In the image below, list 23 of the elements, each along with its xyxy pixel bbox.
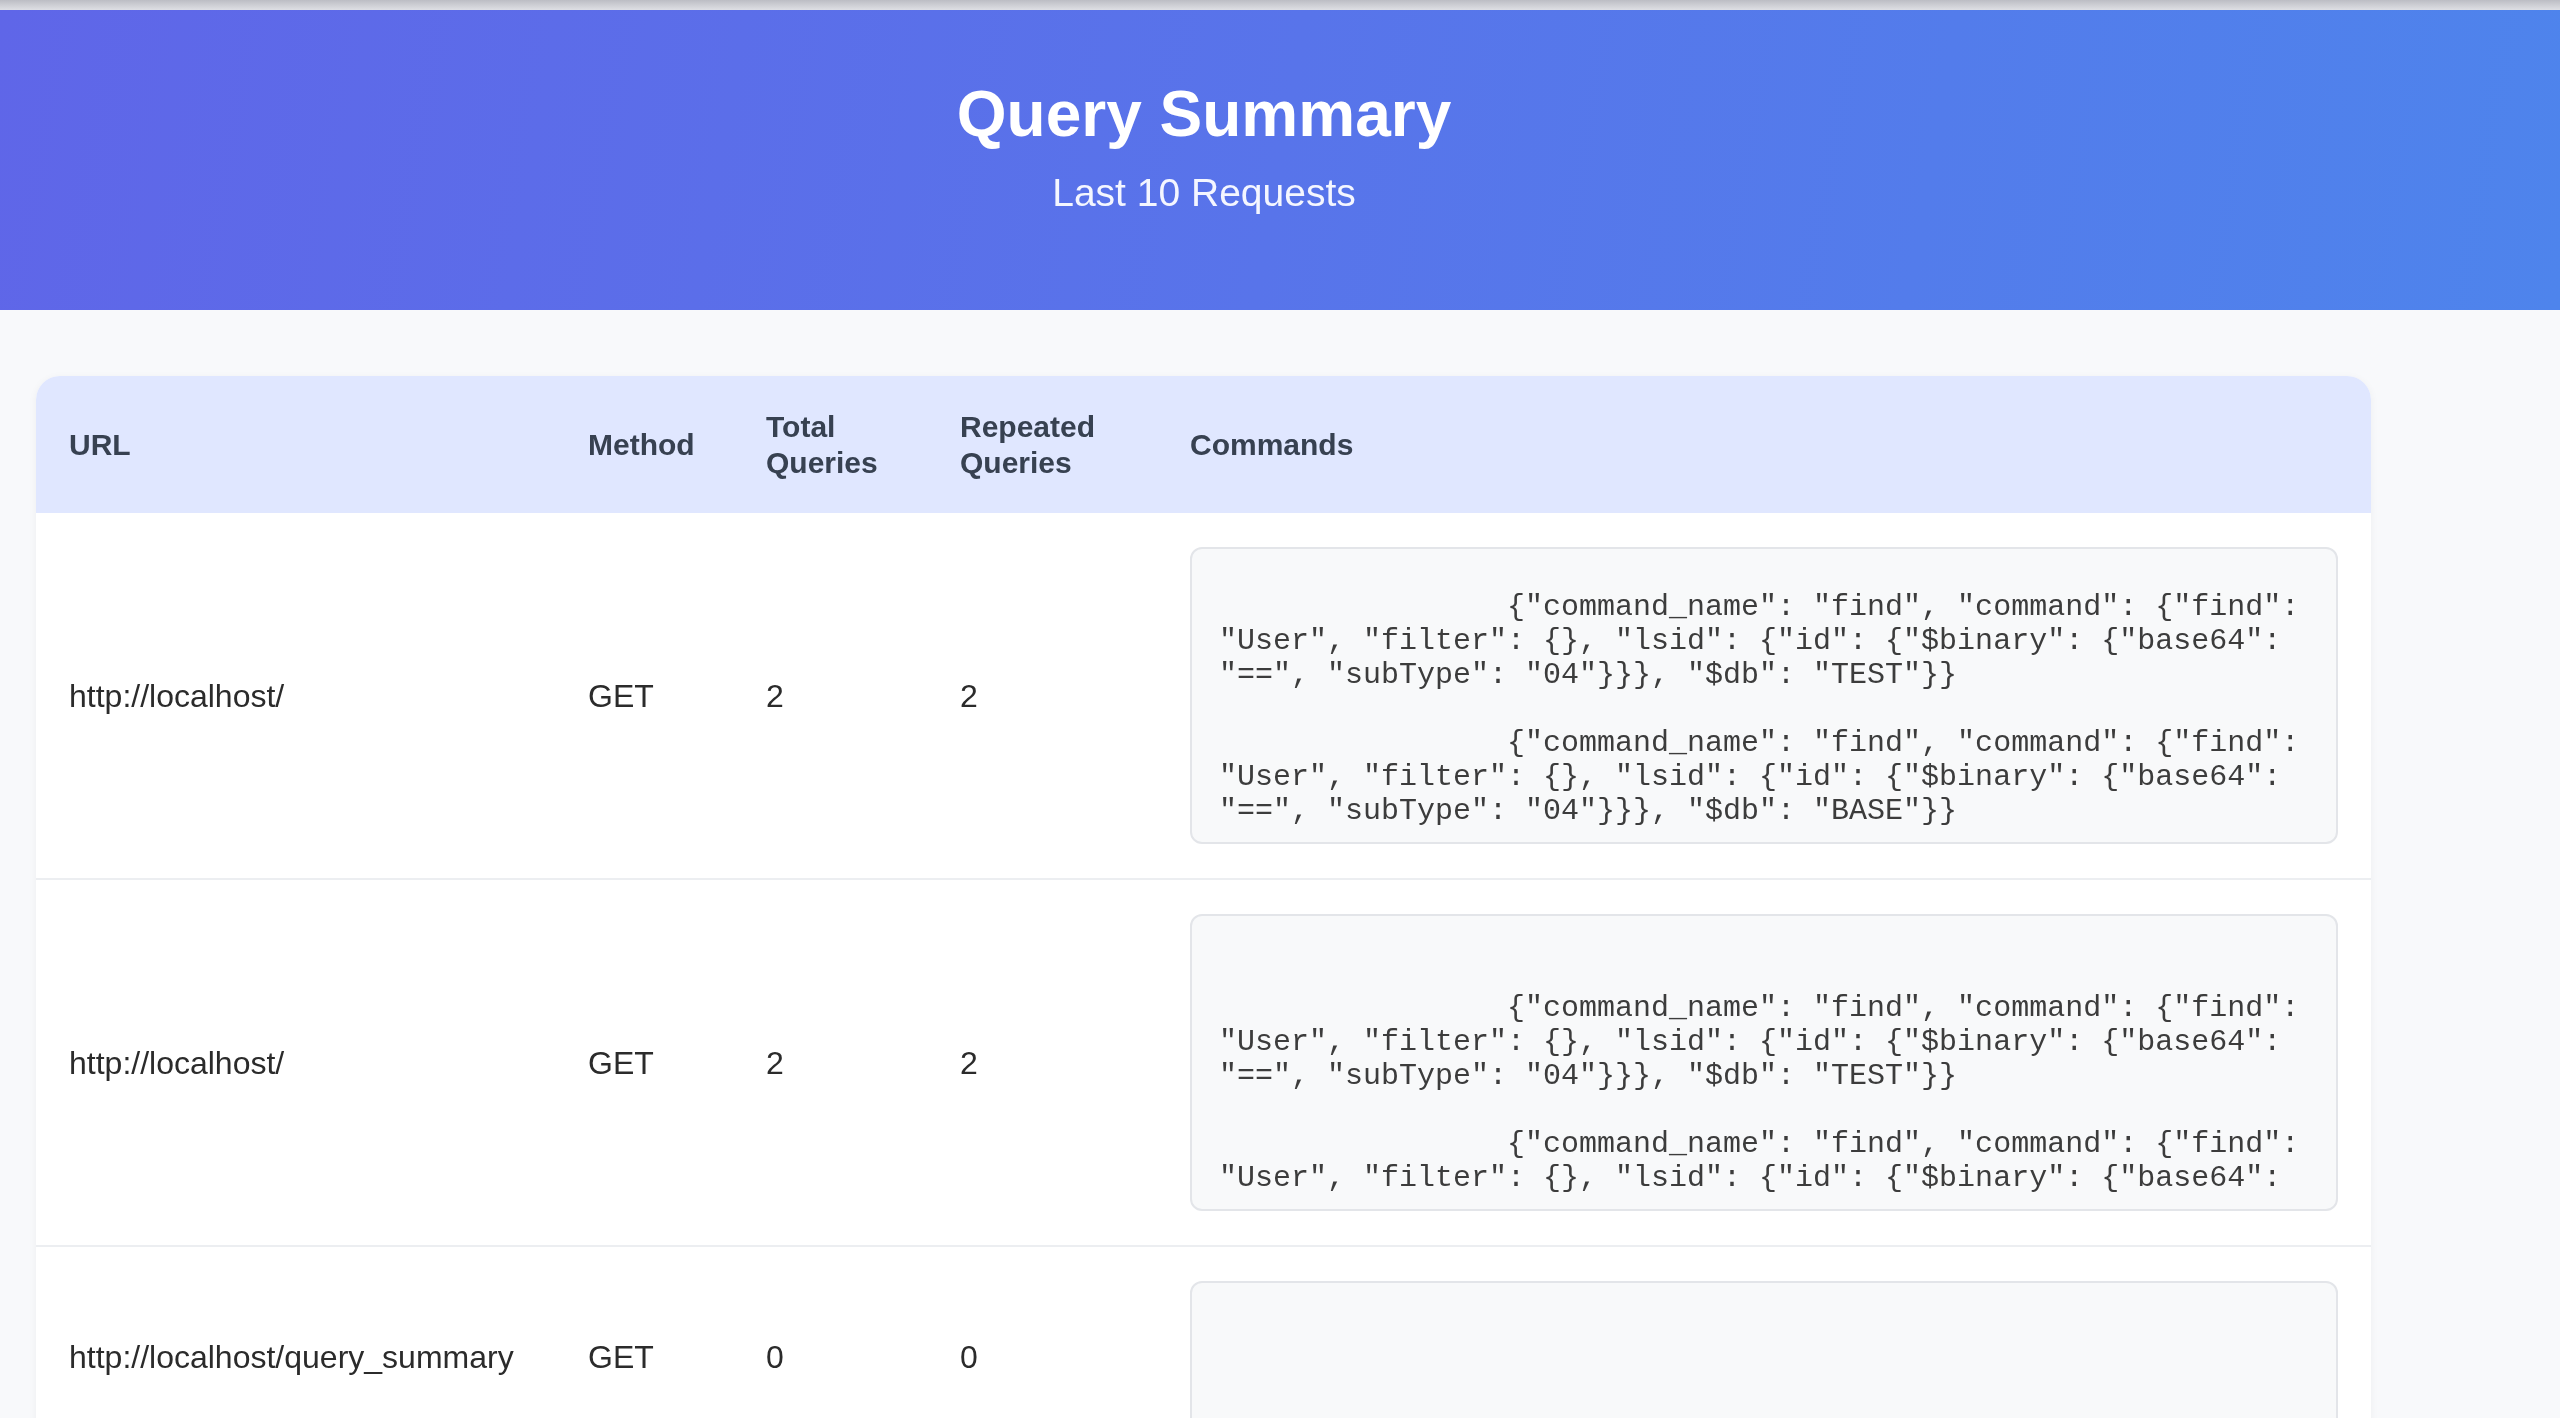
column-header: Commands [1190,426,1354,463]
command-text: {"command_name": "find", "command": {"find": "User", "filter": {}, "lsid": {"id": {"$binary": {"base64": [1219,1127,2301,1195]
table-cell: 0 [766,1339,784,1375]
table-cell: 2 [766,677,784,714]
column-header: Total Queries [766,408,879,481]
table-cell: 2 [960,677,978,714]
table-cell: http://localhost/ [69,1044,285,1081]
table-cell: GET [588,1339,654,1375]
table-cell: 0 [960,1339,978,1375]
table-cell: http://localhost/ [69,677,285,714]
column-header: Method [588,426,695,463]
page-title: Query Summary [956,77,1452,152]
column-header: URL [69,426,131,463]
table-cell: GET [588,1044,654,1081]
table-cell: GET [588,677,654,714]
table-cell: 2 [766,1044,784,1081]
table-cell: http://localhost/query_summary [69,1339,514,1375]
column-header: Repeated Queries [960,408,1097,481]
table-cell: 2 [960,1044,978,1081]
command-text: {"command_name": "find", "command": {"find": "User", "filter": {}, "lsid": {"id": {"$binary": {"base64": "==", "subType": "04"}}}, "$db": "TEST"}} [1219,991,2301,1093]
command-text: {"command_name": "find", "command": {"find": "User", "filter": {}, "lsid": {"id": {"$binary": {"base64": "==", "subType": "04"}}}, "$db": "BASE"}} [1219,726,2301,828]
command-text: {"command_name": "find", "command": {"find": "User", "filter": {}, "lsid": {"id": {"$binary": {"base64": "==", "subType": "04"}}}, "$db": "TEST"}} [1219,590,2301,692]
page-subtitle: Last 10 Requests [1052,170,1356,216]
